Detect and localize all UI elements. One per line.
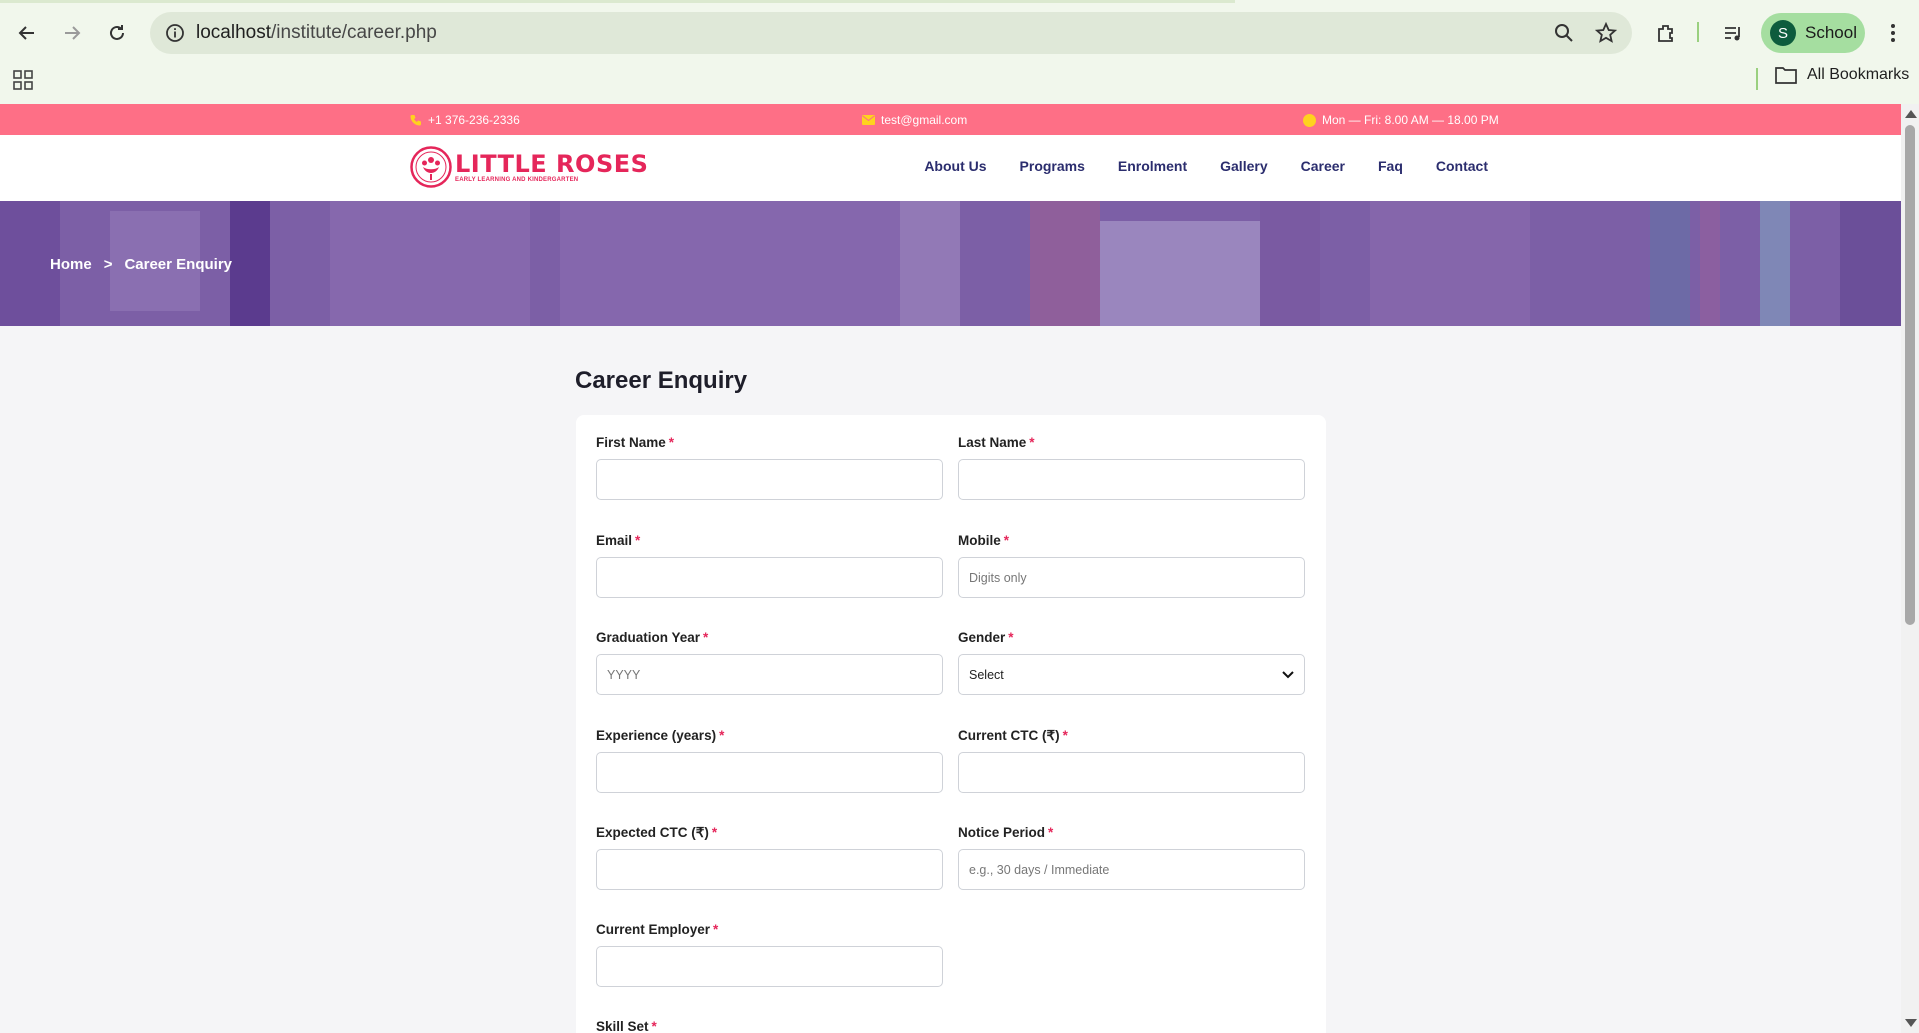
clock-icon [1303, 113, 1316, 127]
notice-period-label: Notice Period * [958, 825, 1054, 840]
browser-chrome: localhost/institute/career.php S School … [0, 0, 1919, 104]
all-bookmarks-button[interactable]: All Bookmarks [1775, 66, 1909, 84]
expected-ctc-group: Expected CTC (₹) * [596, 825, 943, 890]
apps-grid-icon[interactable] [13, 70, 35, 92]
notice-period-group: Notice Period * [958, 825, 1305, 890]
breadcrumb: Home > Career Enquiry [50, 256, 232, 273]
logo-name: LITTLE ROSES [455, 150, 649, 178]
bookmarks-divider [1756, 68, 1758, 90]
toolbar-divider [1697, 22, 1699, 42]
email-group: Email * [596, 533, 943, 598]
email-label: Email * [596, 533, 641, 548]
breadcrumb-home[interactable]: Home [50, 256, 92, 273]
site-header: LITTLE ROSES EARLY LEARNING AND KINDERGA… [0, 135, 1901, 201]
topbar-email[interactable]: test@gmail.com [862, 113, 967, 127]
graduation-year-input[interactable] [596, 654, 943, 695]
graduation-year-group: Graduation Year * [596, 630, 943, 695]
menu-programs[interactable]: Programs [1020, 158, 1085, 174]
topbar-phone[interactable]: +1 376-236-2336 [410, 113, 520, 127]
skill-set-group: Skill Set * [596, 1019, 657, 1033]
media-controls-icon[interactable] [1720, 20, 1746, 46]
chevron-down-icon [1282, 670, 1294, 678]
first-name-group: First Name * [596, 435, 943, 500]
expected-ctc-input[interactable] [596, 849, 943, 890]
topbar-phone-text: +1 376-236-2336 [428, 113, 520, 127]
current-employer-input[interactable] [596, 946, 943, 987]
phone-icon [410, 115, 421, 126]
address-bar[interactable]: localhost/institute/career.php [150, 12, 1632, 54]
forward-arrow-icon [65, 26, 81, 40]
page-scrollbar[interactable] [1901, 104, 1919, 1033]
profile-button[interactable]: S School [1761, 13, 1865, 53]
breadcrumb-separator: > [103, 256, 113, 273]
topbar-hours: Mon — Fri: 8.00 AM — 18.00 PM [1303, 113, 1499, 127]
breadcrumb-current: Career Enquiry [124, 256, 232, 273]
bookmark-star-icon[interactable] [1594, 21, 1618, 45]
mail-icon [862, 115, 875, 125]
first-name-input[interactable] [596, 459, 943, 500]
profile-avatar: S [1770, 20, 1796, 46]
page-title: Career Enquiry [575, 367, 748, 394]
gender-select-value: Select [969, 667, 1004, 682]
career-enquiry-form: First Name* Last Name* Email* Mobile* Gr… [576, 415, 1326, 1033]
url-text: localhost/institute/career.php [196, 22, 437, 44]
notice-period-input[interactable] [958, 849, 1305, 890]
menu-contact[interactable]: Contact [1436, 158, 1488, 174]
all-bookmarks-label: All Bookmarks [1807, 66, 1910, 83]
page-hero-banner: Home > Career Enquiry [0, 201, 1901, 326]
mobile-group: Mobile * [958, 533, 1305, 598]
topbar-email-text: test@gmail.com [881, 113, 968, 127]
browser-menu-icon[interactable] [1880, 20, 1906, 46]
page-viewport: +1 376-236-2336 test@gmail.com Mon — Fri… [0, 104, 1901, 1033]
url-host: localhost [196, 22, 271, 43]
forward-button[interactable] [56, 17, 88, 49]
last-name-input[interactable] [958, 459, 1305, 500]
mobile-input[interactable] [958, 557, 1305, 598]
experience-input[interactable] [596, 752, 943, 793]
scroll-down-arrow-icon[interactable] [1905, 1019, 1917, 1027]
loading-progress-line [0, 0, 1235, 3]
email-input[interactable] [596, 557, 943, 598]
reload-icon [110, 25, 124, 40]
menu-enrolment[interactable]: Enrolment [1118, 158, 1187, 174]
first-name-label: First Name * [596, 435, 675, 450]
menu-faq[interactable]: Faq [1378, 158, 1403, 174]
last-name-label: Last Name * [958, 435, 1035, 450]
gender-group: Gender * Select [958, 630, 1305, 695]
current-ctc-input[interactable] [958, 752, 1305, 793]
profile-name: School [1805, 23, 1857, 42]
menu-career[interactable]: Career [1301, 158, 1345, 174]
last-name-group: Last Name * [958, 435, 1305, 500]
back-arrow-icon [18, 26, 34, 40]
site-info-icon[interactable] [154, 12, 196, 54]
expected-ctc-label: Expected CTC (₹) * [596, 825, 718, 840]
gender-select[interactable]: Select [958, 654, 1305, 695]
gender-label: Gender * [958, 630, 1014, 645]
experience-group: Experience (years) * [596, 728, 943, 793]
back-button[interactable] [11, 17, 43, 49]
folder-icon [1775, 67, 1797, 84]
scrollbar-thumb[interactable] [1905, 125, 1915, 625]
contact-topbar: +1 376-236-2336 test@gmail.com Mon — Fri… [0, 104, 1901, 135]
current-employer-group: Current Employer * [596, 922, 943, 987]
main-menu: About Us Programs Enrolment Gallery Care… [924, 158, 1488, 174]
scroll-up-arrow-icon[interactable] [1905, 110, 1917, 118]
reload-button[interactable] [101, 17, 133, 49]
current-ctc-label: Current CTC (₹) * [958, 728, 1068, 743]
graduation-year-label: Graduation Year * [596, 630, 709, 645]
url-path: /institute/career.php [271, 22, 437, 43]
current-ctc-group: Current CTC (₹) * [958, 728, 1305, 793]
mobile-label: Mobile * [958, 533, 1010, 548]
extensions-icon[interactable] [1653, 20, 1679, 46]
topbar-hours-text: Mon — Fri: 8.00 AM — 18.00 PM [1322, 113, 1499, 127]
site-logo[interactable]: LITTLE ROSES EARLY LEARNING AND KINDERGA… [410, 146, 648, 188]
current-employer-label: Current Employer * [596, 922, 719, 937]
experience-label: Experience (years) * [596, 728, 725, 743]
skill-set-label: Skill Set * [596, 1019, 657, 1033]
menu-about-us[interactable]: About Us [924, 158, 986, 174]
rose-logo-icon [410, 146, 452, 188]
zoom-icon[interactable] [1552, 21, 1576, 45]
menu-gallery[interactable]: Gallery [1220, 158, 1267, 174]
